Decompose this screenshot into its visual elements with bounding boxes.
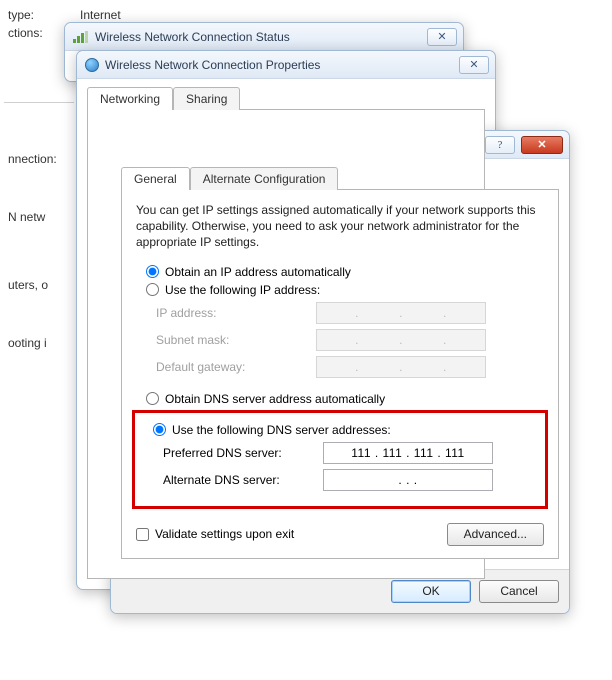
tab-sharing[interactable]: Sharing: [173, 87, 240, 110]
radio-dns-manual[interactable]: [153, 423, 166, 436]
default-gateway-label: Default gateway:: [156, 360, 316, 374]
radio-dns-auto-label: Obtain DNS server address automatically: [165, 392, 385, 406]
window-title-properties: Wireless Network Connection Properties: [105, 58, 453, 72]
checkbox-validate-on-exit-label: Validate settings upon exit: [155, 527, 294, 541]
bg-uters-label: uters, o: [8, 278, 48, 292]
ip-address-label: IP address:: [156, 306, 316, 320]
tab-networking[interactable]: Networking: [87, 87, 173, 110]
ok-button[interactable]: OK: [391, 580, 471, 603]
subnet-mask-input: 0.0.0.0: [316, 329, 486, 351]
ip-address-input: 0.0.0.0: [316, 302, 486, 324]
tabpanel-general: You can get IP settings assigned automat…: [121, 189, 559, 559]
alternate-dns-input[interactable]: . . .: [323, 469, 493, 491]
bg-nnetw-label: N netw: [8, 210, 45, 224]
radio-dns-auto[interactable]: [146, 392, 159, 405]
preferred-dns-input[interactable]: 111 . 111 . 111 . 111: [323, 442, 493, 464]
checkbox-validate-on-exit[interactable]: [136, 528, 149, 541]
globe-pin-icon: [85, 58, 99, 72]
window-title-status: Wireless Network Connection Status: [95, 30, 421, 44]
bg-ooting-label: ooting i: [8, 336, 47, 350]
help-button[interactable]: ?: [485, 136, 515, 154]
radio-ip-auto[interactable]: [146, 265, 159, 278]
tab-general[interactable]: General: [121, 167, 190, 190]
radio-ip-manual[interactable]: [146, 283, 159, 296]
preferred-dns-label: Preferred DNS server:: [163, 446, 323, 460]
bg-ctions-label: ctions:: [8, 26, 43, 40]
radio-ip-manual-label: Use the following IP address:: [165, 283, 320, 297]
tabstrip-ipv4: General Alternate Configuration: [121, 167, 559, 190]
window-ipv4-properties: Internet Protocol Version 4 (TCP/IPv4) P…: [110, 130, 570, 614]
close-button-properties[interactable]: ✕: [459, 56, 489, 74]
bg-type-label: type:: [8, 8, 34, 22]
radio-ip-auto-label: Obtain an IP address automatically: [165, 265, 351, 279]
tab-alternate-config[interactable]: Alternate Configuration: [190, 167, 339, 190]
dns-highlight-box: Use the following DNS server addresses: …: [132, 410, 548, 509]
titlebar-status[interactable]: Wireless Network Connection Status ✕: [65, 23, 463, 51]
subnet-mask-label: Subnet mask:: [156, 333, 316, 347]
radio-dns-manual-label: Use the following DNS server addresses:: [172, 423, 391, 437]
description-text: You can get IP settings assigned automat…: [136, 202, 544, 251]
bg-type-value: Internet: [80, 8, 121, 22]
default-gateway-input: 0.0.0.0: [316, 356, 486, 378]
close-button-ipv4[interactable]: ✕: [521, 136, 563, 154]
wireless-signal-icon: [73, 31, 89, 43]
cancel-button[interactable]: Cancel: [479, 580, 559, 603]
tabstrip-properties: Networking Sharing: [87, 87, 485, 110]
advanced-button[interactable]: Advanced...: [447, 523, 544, 546]
bg-nnection-label: nnection:: [8, 152, 57, 166]
close-button-status[interactable]: ✕: [427, 28, 457, 46]
alternate-dns-label: Alternate DNS server:: [163, 473, 323, 487]
titlebar-properties[interactable]: Wireless Network Connection Properties ✕: [77, 51, 495, 79]
